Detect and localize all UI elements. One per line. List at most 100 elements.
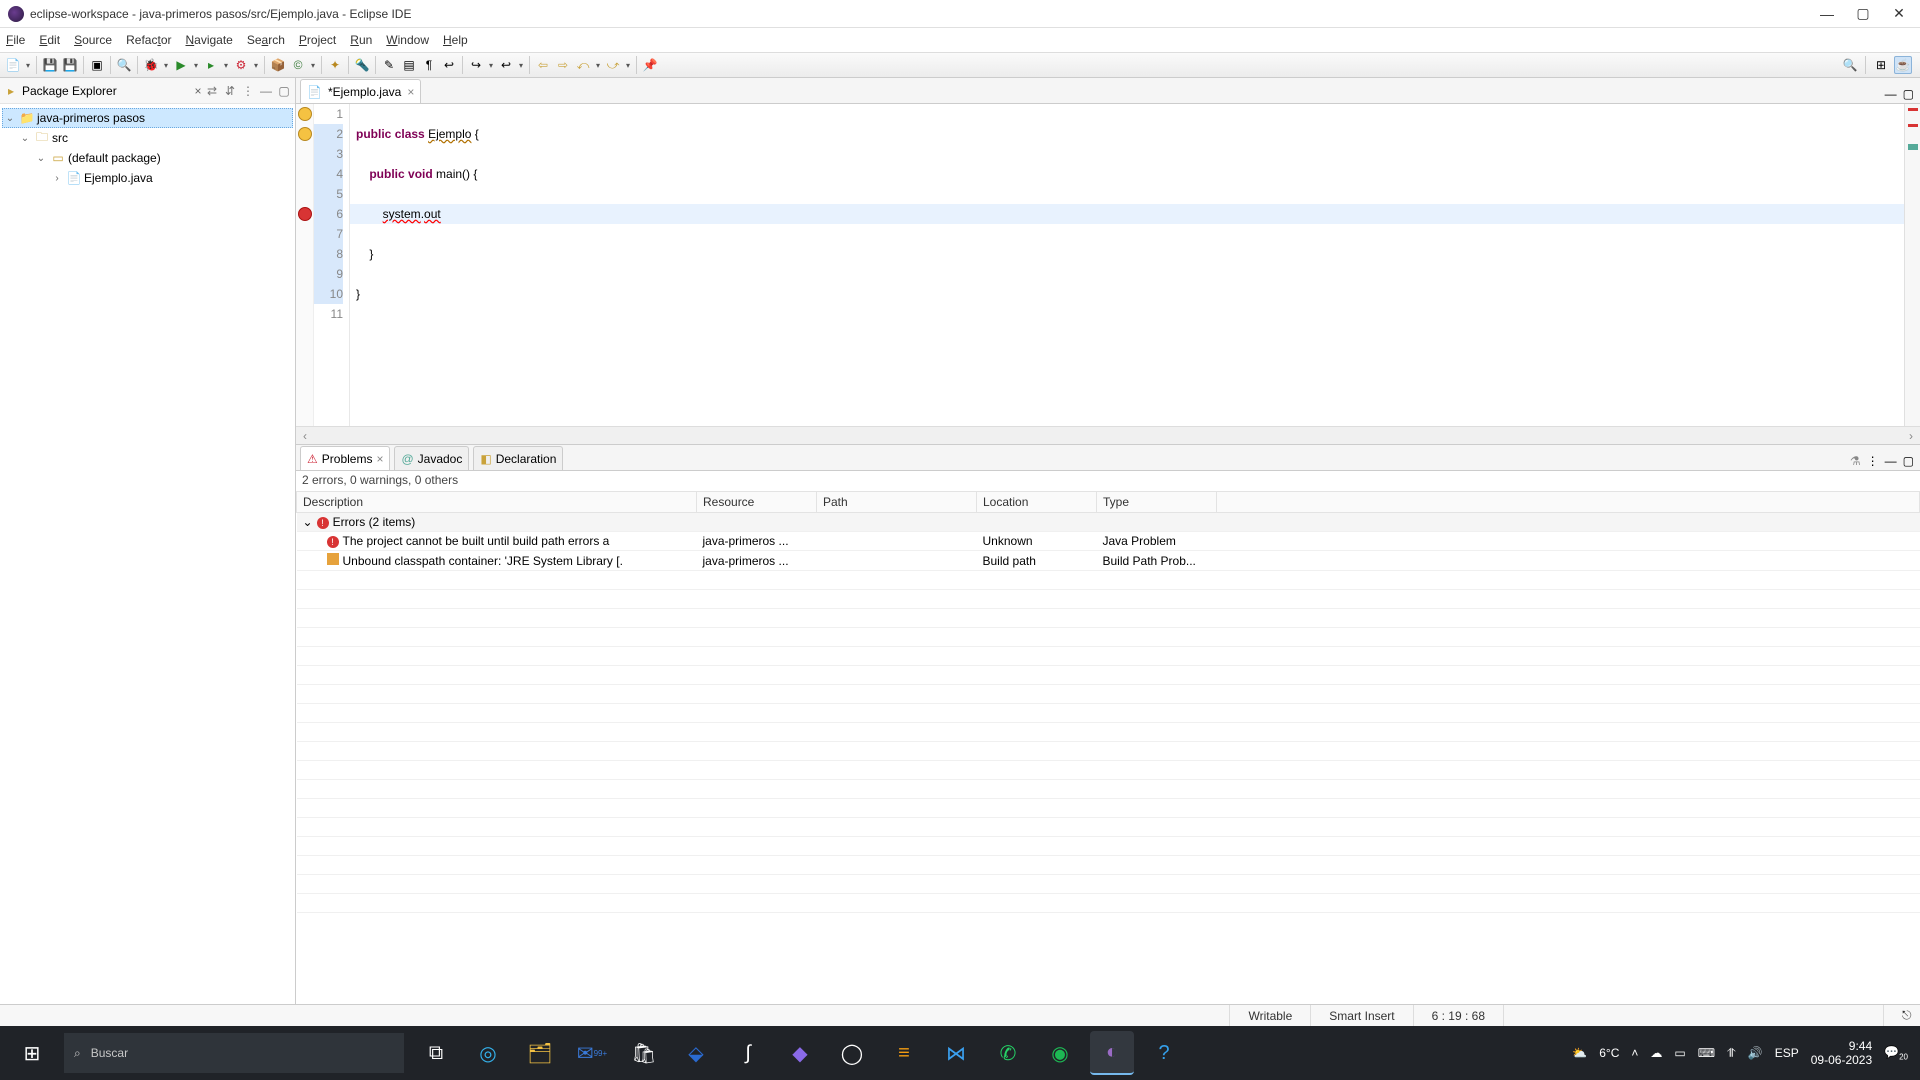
maximize-view-icon[interactable]: ▢ — [1903, 454, 1914, 468]
weather-icon[interactable]: ⛅ — [1572, 1046, 1587, 1060]
menu-source[interactable]: Source — [74, 33, 112, 47]
expand-icon[interactable]: ⌄ — [18, 133, 32, 144]
next-ann-dd-icon[interactable]: ▾ — [487, 56, 495, 74]
fwd-hist-dd-icon[interactable]: ▾ — [624, 56, 632, 74]
prev-ann-dd-icon[interactable]: ▾ — [517, 56, 525, 74]
menu-navigate[interactable]: Navigate — [185, 33, 232, 47]
coverage-icon[interactable]: ▸ — [202, 56, 220, 74]
problems-group-row[interactable]: ⌄!Errors (2 items) — [297, 513, 1920, 532]
wifi-icon[interactable]: ⥣ — [1727, 1046, 1736, 1061]
new-class-dd-icon[interactable]: ▾ — [309, 56, 317, 74]
tree-project[interactable]: ⌄ 📁 java-primeros pasos — [2, 108, 293, 128]
menu-run[interactable]: Run — [350, 33, 372, 47]
next-annotation-icon[interactable]: ↪ — [467, 56, 485, 74]
onedrive-icon[interactable]: ☁ — [1650, 1046, 1662, 1060]
code-editor[interactable]: 1234567891011 public class Ejemplo { pub… — [296, 104, 1920, 426]
package-explorer-tree[interactable]: ⌄ 📁 java-primeros pasos ⌄ 🗀 src ⌄ ▭ (def… — [0, 104, 295, 192]
tab-close-icon[interactable]: × — [407, 85, 414, 99]
col-location[interactable]: Location — [977, 492, 1097, 513]
editor-tab[interactable]: 📄 *Ejemplo.java × — [300, 79, 421, 103]
last-edit-icon[interactable]: ⤺ — [574, 56, 592, 74]
table-row[interactable]: Unbound classpath container: 'JRE System… — [297, 551, 1920, 571]
fwd-history-icon[interactable]: ⤻ — [604, 56, 622, 74]
overview-ruler[interactable] — [1904, 104, 1920, 426]
volume-icon[interactable]: 🔊 — [1748, 1046, 1763, 1060]
start-button[interactable]: ⊞ — [0, 1026, 64, 1080]
minimize-view-icon[interactable]: — — [259, 84, 273, 98]
expand-icon[interactable]: › — [50, 173, 64, 184]
save-icon[interactable]: 💾 — [41, 56, 59, 74]
col-resource[interactable]: Resource — [697, 492, 817, 513]
access-search-icon[interactable]: 🔍 — [1841, 56, 1859, 74]
new-dropdown-icon[interactable]: ▾ — [24, 56, 32, 74]
menu-search[interactable]: Search — [247, 33, 285, 47]
task-view-icon[interactable]: ⧉ — [414, 1031, 458, 1075]
collapse-all-icon[interactable]: ⇄ — [205, 84, 219, 98]
maximize-view-icon[interactable]: ▢ — [277, 84, 291, 98]
whatsapp-icon[interactable]: ✆ — [986, 1031, 1030, 1075]
problems-table[interactable]: Description Resource Path Location Type … — [296, 491, 1920, 913]
tree-src[interactable]: ⌄ 🗀 src — [2, 128, 293, 148]
taskbar-clock[interactable]: 9:44 09-06-2023 — [1811, 1039, 1872, 1067]
spotify-icon[interactable]: ◉ — [1038, 1031, 1082, 1075]
toggle-block-icon[interactable]: ▤ — [400, 56, 418, 74]
toggle-mark-icon[interactable]: ✎ — [380, 56, 398, 74]
menu-project[interactable]: Project — [299, 33, 336, 47]
filter-icon[interactable]: ⚗ — [1850, 454, 1861, 468]
menu-file[interactable]: File — [6, 33, 25, 47]
ext-tools-icon[interactable]: ⚙ — [232, 56, 250, 74]
battery-icon[interactable]: ▭ — [1674, 1046, 1685, 1060]
debug-icon[interactable]: 🐞 — [142, 56, 160, 74]
chrome-icon[interactable]: ◯ — [830, 1031, 874, 1075]
java-perspective-icon[interactable]: ☕ — [1894, 56, 1912, 74]
run-icon[interactable]: ▶ — [172, 56, 190, 74]
code-text-area[interactable]: public class Ejemplo { public void main(… — [350, 104, 1904, 426]
sublime-icon[interactable]: ≡ — [882, 1031, 926, 1075]
save-all-icon[interactable]: 💾 — [61, 56, 79, 74]
app-generic-icon[interactable]: ∫ — [726, 1031, 770, 1075]
view-menu-icon[interactable]: ⋮ — [241, 84, 255, 98]
prev-annotation-icon[interactable]: ↩ — [497, 56, 515, 74]
debug-dd-icon[interactable]: ▾ — [162, 56, 170, 74]
vscode-icon[interactable]: ⋈ — [934, 1031, 978, 1075]
file-explorer-icon[interactable]: 🗂 — [518, 1031, 562, 1075]
view-menu-icon[interactable]: ⋮ — [1867, 454, 1879, 468]
editor-horizontal-scrollbar[interactable]: ‹ › — [296, 426, 1920, 444]
keyboard-icon[interactable]: ⌨ — [1698, 1046, 1715, 1060]
back-icon[interactable]: ⇦ — [534, 56, 552, 74]
col-type[interactable]: Type — [1097, 492, 1217, 513]
menu-window[interactable]: Window — [386, 33, 429, 47]
tree-package[interactable]: ⌄ ▭ (default package) — [2, 148, 293, 168]
new-package-icon[interactable]: 📦 — [269, 56, 287, 74]
edge-icon[interactable]: ◎ — [466, 1031, 510, 1075]
mail-icon[interactable]: ✉99+ — [570, 1031, 614, 1075]
dropbox-icon[interactable]: ⬙ — [674, 1031, 718, 1075]
tab-close-icon[interactable]: × — [376, 452, 383, 466]
tab-javadoc[interactable]: @ Javadoc — [394, 446, 469, 470]
ext-tools-dd-icon[interactable]: ▾ — [252, 56, 260, 74]
weather-temp[interactable]: 6°C — [1599, 1046, 1619, 1060]
menu-refactor[interactable]: Refactor — [126, 33, 171, 47]
toggle-word-wrap-icon[interactable]: ↩ — [440, 56, 458, 74]
status-extra-icon[interactable]: ⎋ — [1883, 1005, 1920, 1026]
menu-edit[interactable]: Edit — [39, 33, 60, 47]
link-editor-icon[interactable]: ⇵ — [223, 84, 237, 98]
view-close-icon[interactable]: × — [191, 84, 205, 98]
tab-declaration[interactable]: ◧ Declaration — [473, 446, 563, 470]
maximize-button[interactable]: ▢ — [1856, 7, 1870, 21]
open-perspective-icon[interactable]: ⊞ — [1872, 56, 1890, 74]
warning-marker-icon[interactable] — [298, 127, 312, 141]
taskbar-search[interactable]: ⌕ Buscar — [64, 1033, 404, 1073]
warning-marker-icon[interactable] — [298, 107, 312, 121]
tab-problems[interactable]: ⚠ Problems × — [300, 446, 390, 470]
tree-file[interactable]: › 📄 Ejemplo.java — [2, 168, 293, 188]
skip-breakpoints-icon[interactable]: 🔍 — [115, 56, 133, 74]
ms-store-icon[interactable]: 🛍 — [622, 1031, 666, 1075]
coverage-dd-icon[interactable]: ▾ — [222, 56, 230, 74]
forward-icon[interactable]: ⇨ — [554, 56, 572, 74]
show-whitespace-icon[interactable]: ¶ — [420, 56, 438, 74]
close-button[interactable]: ✕ — [1892, 7, 1906, 21]
pin-editor-icon[interactable]: 📌 — [641, 56, 659, 74]
scroll-left-icon[interactable]: ‹ — [296, 429, 314, 443]
minimize-editor-icon[interactable]: — — [1885, 87, 1897, 101]
